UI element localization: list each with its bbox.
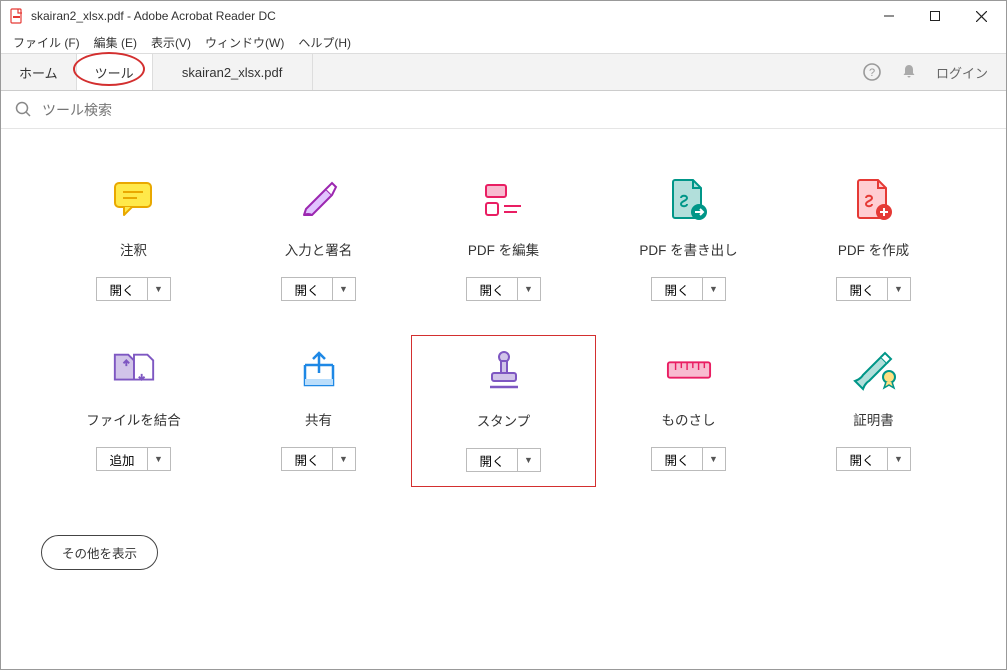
chevron-down-icon[interactable]: ▼ <box>518 449 540 471</box>
chevron-down-icon[interactable]: ▼ <box>333 278 355 300</box>
window-controls <box>866 1 1004 31</box>
tool-certificate[interactable]: 証明書 開く▼ <box>781 335 966 487</box>
chevron-down-icon[interactable]: ▼ <box>148 278 170 300</box>
tool-share[interactable]: 共有 開く▼ <box>226 335 411 487</box>
share-icon <box>296 347 342 393</box>
tool-combine[interactable]: ファイルを結合 追加▼ <box>41 335 226 487</box>
search-input[interactable] <box>42 102 992 118</box>
tool-open-button[interactable]: 開く▼ <box>96 277 170 301</box>
tab-home[interactable]: ホーム <box>1 54 77 90</box>
minimize-button[interactable] <box>866 1 912 31</box>
tool-edit-pdf[interactable]: PDF を編集 開く▼ <box>411 165 596 315</box>
menubar: ファイル (F) 編集 (E) 表示(V) ウィンドウ(W) ヘルプ(H) <box>1 31 1006 53</box>
chevron-down-icon[interactable]: ▼ <box>888 448 910 470</box>
tool-open-button[interactable]: 開く▼ <box>281 447 355 471</box>
certificate-icon <box>851 347 897 393</box>
tab-tools[interactable]: ツール <box>77 54 153 90</box>
menu-edit[interactable]: 編集 (E) <box>88 32 143 53</box>
tools-area: 注釈 開く▼ 入力と署名 開く▼ PDF を編集 開く▼ PDF を書き出し 開… <box>1 129 1006 590</box>
tab-document[interactable]: skairan2_xlsx.pdf <box>153 54 313 90</box>
menu-file[interactable]: ファイル (F) <box>7 32 86 53</box>
tool-label: 証明書 <box>853 409 894 429</box>
tool-measure[interactable]: ものさし 開く▼ <box>596 335 781 487</box>
tool-label: ファイルを結合 <box>86 409 181 429</box>
titlebar: skairan2_xlsx.pdf - Adobe Acrobat Reader… <box>1 1 1006 31</box>
chevron-down-icon[interactable]: ▼ <box>148 448 170 470</box>
tool-open-button[interactable]: 開く▼ <box>281 277 355 301</box>
show-more-button[interactable]: その他を表示 <box>41 535 158 570</box>
tool-add-button[interactable]: 追加▼ <box>96 447 170 471</box>
tool-open-button[interactable]: 開く▼ <box>651 447 725 471</box>
tool-label: PDF を書き出し <box>639 239 737 259</box>
tool-open-button[interactable]: 開く▼ <box>651 277 725 301</box>
menu-help[interactable]: ヘルプ(H) <box>292 32 357 53</box>
more-row: その他を表示 <box>41 535 966 570</box>
tab-document-label: skairan2_xlsx.pdf <box>182 65 282 80</box>
create-pdf-icon <box>851 177 897 223</box>
menu-window[interactable]: ウィンドウ(W) <box>199 32 290 53</box>
tool-fill-sign[interactable]: 入力と署名 開く▼ <box>226 165 411 315</box>
tools-grid: 注釈 開く▼ 入力と署名 開く▼ PDF を編集 開く▼ PDF を書き出し 開… <box>41 165 966 487</box>
bell-icon[interactable] <box>900 63 918 81</box>
login-link[interactable]: ログイン <box>936 63 988 82</box>
chevron-down-icon[interactable]: ▼ <box>703 448 725 470</box>
searchbar <box>1 91 1006 129</box>
tool-create-pdf[interactable]: PDF を作成 開く▼ <box>781 165 966 315</box>
combine-icon <box>111 347 157 393</box>
tool-label: 注釈 <box>120 239 147 259</box>
menu-view[interactable]: 表示(V) <box>145 32 197 53</box>
sign-icon <box>296 177 342 223</box>
tool-label: PDF を作成 <box>838 239 909 259</box>
tool-open-button[interactable]: 開く▼ <box>466 448 540 472</box>
svg-text:?: ? <box>869 67 875 79</box>
search-icon <box>15 101 32 118</box>
tool-label: PDF を編集 <box>468 239 539 259</box>
tool-open-button[interactable]: 開く▼ <box>836 277 910 301</box>
tool-label: スタンプ <box>477 410 531 430</box>
tool-open-button[interactable]: 開く▼ <box>466 277 540 301</box>
export-pdf-icon <box>666 177 712 223</box>
tool-comment[interactable]: 注釈 開く▼ <box>41 165 226 315</box>
tool-stamp[interactable]: スタンプ 開く▼ <box>411 335 596 487</box>
tool-label: ものさし <box>662 409 716 429</box>
chevron-down-icon[interactable]: ▼ <box>703 278 725 300</box>
tab-home-label: ホーム <box>19 63 58 82</box>
tool-open-button[interactable]: 開く▼ <box>836 447 910 471</box>
edit-pdf-icon <box>481 177 527 223</box>
help-icon[interactable]: ? <box>862 62 882 82</box>
chevron-down-icon[interactable]: ▼ <box>333 448 355 470</box>
stamp-icon <box>481 348 527 394</box>
maximize-button[interactable] <box>912 1 958 31</box>
tab-tools-label: ツール <box>95 63 134 82</box>
app-icon <box>9 8 25 24</box>
chevron-down-icon[interactable]: ▼ <box>888 278 910 300</box>
chevron-down-icon[interactable]: ▼ <box>518 278 540 300</box>
comment-icon <box>111 177 157 223</box>
tabbar: ホーム ツール skairan2_xlsx.pdf ? ログイン <box>1 53 1006 91</box>
ruler-icon <box>666 347 712 393</box>
close-button[interactable] <box>958 1 1004 31</box>
tool-label: 入力と署名 <box>285 239 353 259</box>
tool-export-pdf[interactable]: PDF を書き出し 開く▼ <box>596 165 781 315</box>
tool-label: 共有 <box>305 409 332 429</box>
window-title: skairan2_xlsx.pdf - Adobe Acrobat Reader… <box>31 9 866 23</box>
